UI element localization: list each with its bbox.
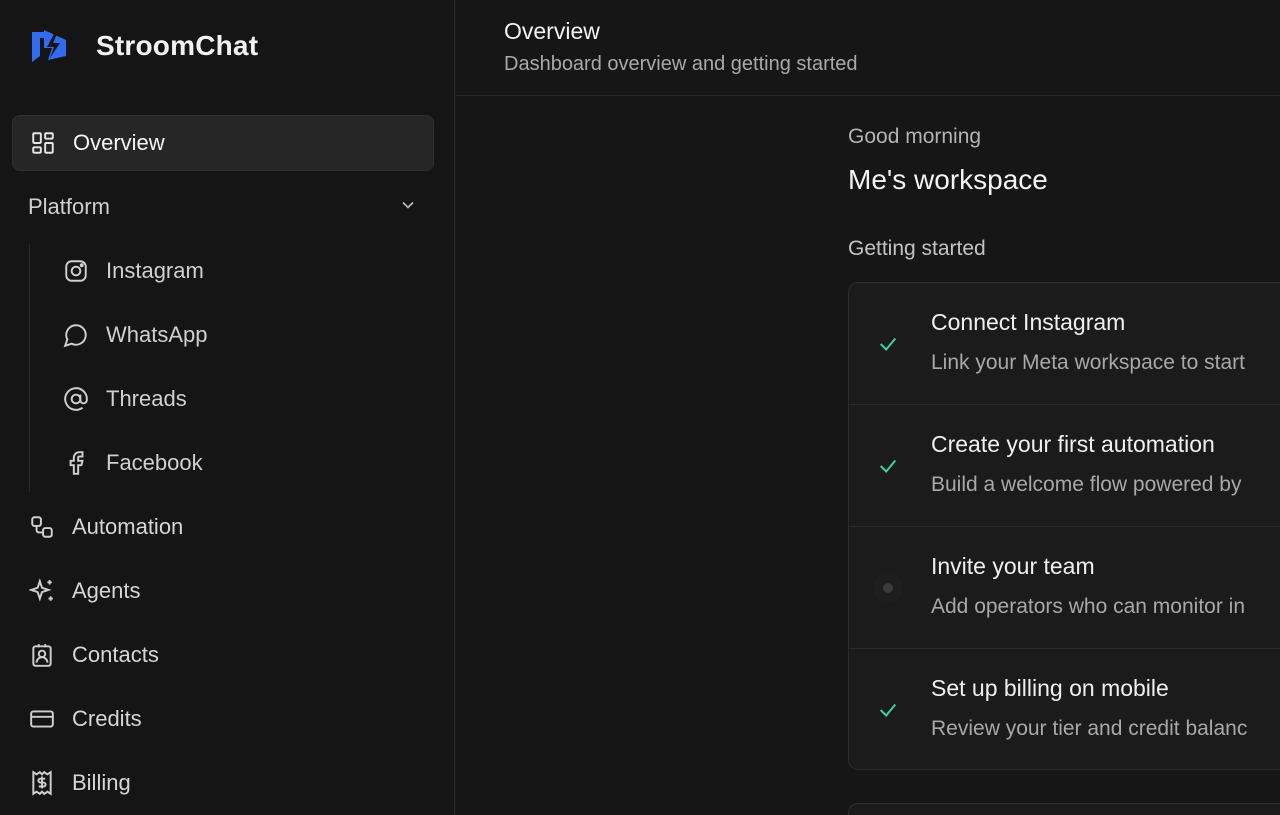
page-subtitle: Dashboard overview and getting started [504, 53, 858, 75]
sidebar-item-label: Instagram [106, 258, 204, 283]
stroomchat-logo-icon [32, 30, 66, 62]
contact-card-icon [28, 641, 56, 669]
step-description: Add operators who can monitor in [931, 595, 1246, 618]
step-connect-instagram[interactable]: Connect Instagram Link your Meta workspa… [849, 283, 1280, 405]
greeting-text: Good morning [848, 125, 982, 148]
page-title: Overview [504, 18, 600, 44]
sidebar: StroomChat Overview Platform Instagram W… [0, 0, 455, 815]
sidebar-item-automation[interactable]: Automation [12, 499, 434, 555]
workflow-icon [28, 513, 56, 541]
sparkles-icon [28, 577, 56, 605]
pending-dot-icon [873, 573, 903, 603]
brand[interactable]: StroomChat [28, 26, 258, 66]
sidebar-item-whatsapp[interactable]: WhatsApp [46, 307, 434, 363]
step-title: Invite your team [931, 553, 1095, 579]
step-title: Set up billing on mobile [931, 675, 1169, 701]
sidebar-item-credits[interactable]: Credits [12, 691, 434, 747]
at-sign-icon [62, 385, 90, 413]
step-title: Create your first automation [931, 431, 1215, 457]
page-header: Overview Dashboard overview and getting … [456, 0, 1280, 96]
sidebar-item-label: Overview [73, 130, 165, 155]
getting-started-card: Connect Instagram Link your Meta workspa… [848, 282, 1280, 770]
sidebar-item-label: Threads [106, 386, 187, 411]
sidebar-group-platform[interactable]: Platform [12, 181, 434, 233]
instagram-icon [62, 257, 90, 285]
chat-bubble-icon [62, 321, 90, 349]
submenu-guide-line [29, 244, 30, 492]
step-description: Build a welcome flow powered by [931, 473, 1242, 496]
sidebar-item-agents[interactable]: Agents [12, 563, 434, 619]
facebook-icon [62, 449, 90, 477]
brand-name: StroomChat [96, 30, 259, 61]
sidebar-item-contacts[interactable]: Contacts [12, 627, 434, 683]
next-card [848, 803, 1280, 815]
step-title: Connect Instagram [931, 309, 1126, 335]
sidebar-item-overview[interactable]: Overview [12, 115, 434, 171]
check-icon [873, 695, 903, 725]
sidebar-item-label: Automation [72, 514, 184, 539]
step-invite-team[interactable]: Invite your team Add operators who can m… [849, 527, 1280, 649]
sidebar-item-instagram[interactable]: Instagram [46, 243, 434, 299]
sidebar-item-label: Contacts [72, 642, 159, 667]
step-description: Link your Meta workspace to start [931, 351, 1245, 374]
sidebar-item-threads[interactable]: Threads [46, 371, 434, 427]
workspace-name: Me's workspace [848, 164, 1048, 195]
step-setup-billing[interactable]: Set up billing on mobile Review your tie… [849, 649, 1280, 769]
app-window: StroomChat Overview Platform Instagram W… [0, 0, 1280, 815]
sidebar-item-label: WhatsApp [106, 322, 208, 347]
step-create-automation[interactable]: Create your first automation Build a wel… [849, 405, 1280, 527]
sidebar-item-label: Credits [72, 706, 142, 731]
check-icon [873, 451, 903, 481]
sidebar-group-label: Platform [28, 194, 110, 219]
credit-card-icon [28, 705, 56, 733]
receipt-dollar-icon [28, 769, 56, 797]
sidebar-item-label: Facebook [106, 450, 203, 475]
sidebar-item-label: Billing [72, 770, 131, 795]
sidebar-item-billing[interactable]: Billing [12, 755, 434, 811]
step-description: Review your tier and credit balanc [931, 717, 1248, 740]
sidebar-item-label: Agents [72, 578, 141, 603]
check-icon [873, 329, 903, 359]
layout-grid-icon [29, 129, 57, 157]
chevron-down-icon [398, 195, 418, 220]
sidebar-item-facebook[interactable]: Facebook [46, 435, 434, 491]
getting-started-title: Getting started [848, 237, 986, 260]
